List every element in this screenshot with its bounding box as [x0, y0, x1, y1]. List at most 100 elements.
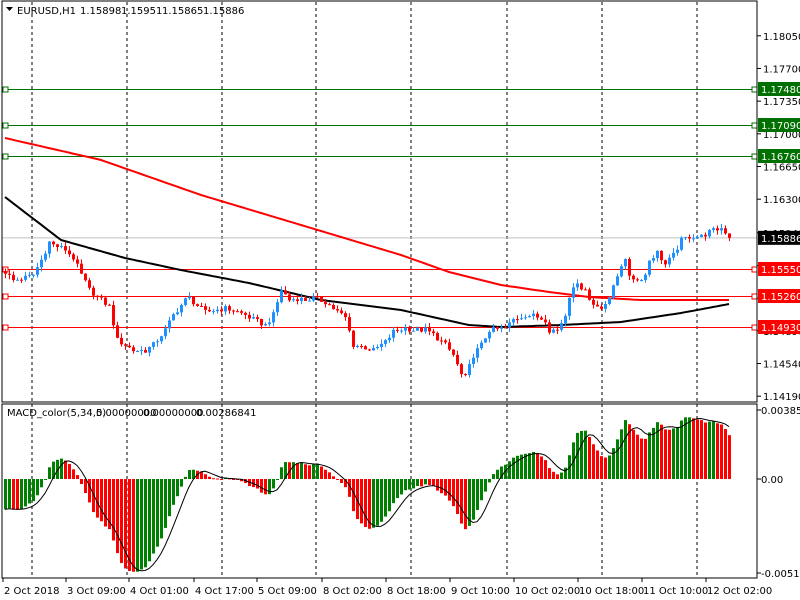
- level-handle[interactable]: [2, 293, 9, 300]
- level-handle[interactable]: [751, 153, 758, 160]
- candle-bear: [408, 327, 411, 332]
- macd-histogram-bar: [136, 479, 139, 572]
- candle-bear: [204, 306, 207, 310]
- level-handle[interactable]: [751, 293, 758, 300]
- dropdown-triangle-icon[interactable]: [6, 7, 13, 11]
- macd-histogram-bar: [408, 479, 411, 490]
- macd-histogram-bar: [588, 436, 591, 479]
- macd-histogram-bar: [728, 435, 731, 479]
- candle-bear: [592, 299, 595, 305]
- macd-histogram-bar: [416, 479, 419, 486]
- macd-histogram-bar: [300, 462, 303, 479]
- macd-histogram-bar: [188, 469, 191, 479]
- macd-histogram-bar: [532, 451, 535, 479]
- macd-histogram-bar: [388, 479, 391, 512]
- macd-histogram-bar: [156, 479, 159, 547]
- candle-bull: [60, 246, 63, 248]
- macd-histogram-bar: [512, 457, 515, 479]
- candle-bull: [508, 322, 511, 328]
- macd-histogram-bar: [688, 417, 691, 479]
- level-handle[interactable]: [751, 86, 758, 93]
- macd-histogram-bar: [484, 479, 487, 492]
- price-tick-label: 1.16650: [763, 162, 800, 173]
- time-tick-label: 4 Oct 17:00: [195, 586, 254, 597]
- candle-bull: [388, 337, 391, 341]
- candle-bull: [672, 252, 675, 258]
- candle-bull: [640, 280, 643, 282]
- macd-histogram-bar: [716, 423, 719, 479]
- candle-bear: [348, 317, 351, 331]
- level-handle[interactable]: [2, 324, 9, 331]
- candle-bull: [720, 228, 723, 231]
- candle-bear: [192, 296, 195, 305]
- candle-bear: [440, 340, 443, 342]
- candle-bear: [72, 254, 75, 260]
- candle-bear: [328, 304, 331, 306]
- level-handle[interactable]: [751, 122, 758, 129]
- macd-histogram-bar: [36, 479, 39, 496]
- macd-histogram-bar: [332, 476, 335, 479]
- level-handle[interactable]: [2, 122, 9, 129]
- macd-histogram-bar: [292, 462, 295, 479]
- macd-panel-border: [1, 403, 758, 579]
- candle-bull: [520, 318, 523, 320]
- time-tick-label: 12 Oct 02:00: [707, 586, 772, 597]
- candle-bull: [312, 296, 315, 301]
- macd-histogram-bar: [620, 429, 623, 479]
- candle-bull: [524, 317, 527, 319]
- candle-bull: [668, 257, 671, 265]
- price-axis[interactable]: 1.180501.177001.173501.170001.166501.163…: [757, 32, 800, 580]
- candle-bear: [76, 259, 79, 264]
- candle-bull: [696, 236, 699, 239]
- level-handle[interactable]: [2, 153, 9, 160]
- candle-bear: [92, 287, 95, 296]
- candle-bear: [496, 327, 499, 329]
- macd-histogram-bar: [648, 432, 651, 479]
- candle-bear: [556, 329, 559, 331]
- candle-bear: [260, 318, 263, 326]
- macd-histogram-bar: [132, 479, 135, 572]
- chart-window[interactable]: 1.180501.177001.173501.170001.166501.163…: [0, 0, 800, 600]
- candle-bear: [460, 364, 463, 375]
- macd-histogram-bar: [400, 479, 403, 495]
- macd-histogram-bar: [168, 479, 171, 517]
- candle-bull: [172, 314, 175, 321]
- candle-bear: [448, 342, 451, 350]
- candle-bear: [396, 329, 399, 331]
- candle-bear: [364, 346, 367, 350]
- level-handle[interactable]: [751, 266, 758, 273]
- candle-bear: [112, 305, 115, 326]
- level-handle[interactable]: [2, 86, 9, 93]
- macd-value-3: 0.00286841: [196, 408, 256, 419]
- candle-bear: [128, 345, 131, 348]
- time-tick-label: 9 Oct 10:00: [451, 586, 510, 597]
- candle-bear: [540, 317, 543, 320]
- macd-histogram-bar: [592, 444, 595, 479]
- macd-histogram-bar: [508, 461, 511, 479]
- macd-histogram-bar: [528, 453, 531, 479]
- macd-histogram-bar: [556, 474, 559, 479]
- macd-histogram-bar: [24, 479, 27, 507]
- macd-histogram-bar: [480, 479, 483, 501]
- macd-histogram-bar: [676, 426, 679, 479]
- candle-bull: [16, 279, 19, 281]
- macd-histogram-bar: [632, 429, 635, 479]
- macd-histogram-bar: [428, 479, 431, 485]
- macd-histogram-bar: [296, 463, 299, 479]
- time-tick-label: 5 Oct 09:00: [258, 586, 317, 597]
- candle-bear: [716, 228, 719, 231]
- candle-bull: [176, 312, 179, 315]
- candle-bull: [512, 319, 515, 323]
- candle-bull: [560, 323, 563, 330]
- candle-bear: [432, 331, 435, 334]
- candle-bull: [468, 363, 471, 375]
- high-value: 1.15951: [121, 6, 162, 17]
- macd-tick-label: -0.005185: [761, 569, 800, 580]
- candle-bear: [352, 330, 355, 347]
- horizontal-levels[interactable]: [2, 86, 758, 331]
- time-axis[interactable]: 2 Oct 2018 3 Oct 09:00 4 Oct 01:00 4 Oct 17…: [2, 578, 772, 597]
- level-handle[interactable]: [751, 324, 758, 331]
- macd-histogram-bar: [492, 474, 495, 479]
- macd-histogram-bar: [8, 479, 11, 509]
- macd-histogram-bar: [476, 479, 479, 510]
